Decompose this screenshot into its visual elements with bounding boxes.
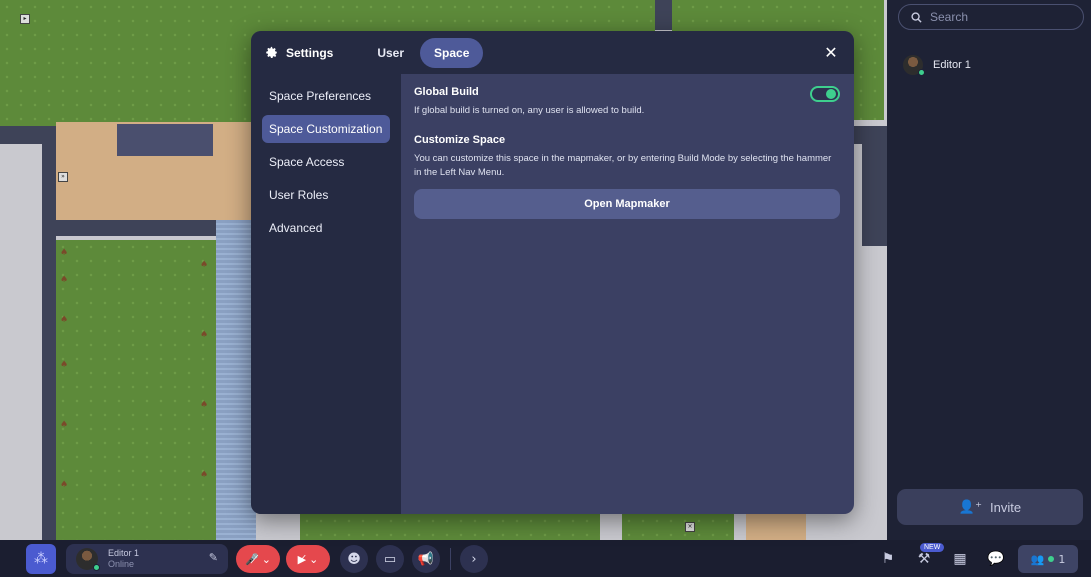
global-build-description: If global build is turned on, any user i… — [414, 105, 645, 116]
avatar — [903, 55, 925, 76]
camera-off-icon: ▶̸ — [297, 552, 307, 566]
signpost-button[interactable]: ⚑ — [876, 547, 900, 571]
nav-space-access[interactable]: Space Access — [262, 148, 390, 176]
invite-button[interactable]: 👤⁺ Invite — [897, 489, 1083, 525]
calendar-icon: ▦ — [953, 551, 967, 567]
screenshare-button[interactable]: ▭ — [376, 545, 404, 573]
smile-icon: ☻ — [347, 551, 361, 567]
tab-user[interactable]: User — [363, 38, 418, 68]
announce-button[interactable]: 📢 — [412, 545, 440, 573]
profile-status: Online — [108, 559, 135, 569]
map-wall — [42, 142, 56, 540]
nav-user-roles[interactable]: User Roles — [262, 181, 390, 209]
signpost-icon: ⚑ — [881, 551, 895, 567]
customize-space-title: Customize Space — [414, 134, 506, 146]
new-badge: NEW — [920, 543, 945, 552]
hammer-icon: ⚒ — [917, 551, 931, 567]
mic-off-icon: 🎤̸ — [245, 552, 259, 566]
plant-icon: ♠ — [60, 360, 69, 370]
settings-nav: Space Preferences Space Customization Sp… — [251, 74, 401, 514]
chat-button[interactable]: 💬 — [984, 547, 1008, 571]
avatar — [76, 548, 100, 571]
customize-space-section: Customize Space You can customize this s… — [414, 134, 840, 219]
settings-modal: Settings User Space ✕ Space Preferences … — [251, 31, 854, 514]
map-sign-icon: ▸ — [20, 14, 30, 24]
calendar-button[interactable]: ▦ — [948, 547, 972, 571]
map-path — [216, 220, 256, 540]
global-build-toggle[interactable] — [810, 86, 840, 102]
chat-icon: 💬 — [987, 551, 1005, 567]
participant-row[interactable]: Editor 1 — [903, 55, 971, 76]
search-box[interactable] — [898, 4, 1084, 30]
add-user-icon: 👤⁺ — [958, 499, 982, 514]
search-icon — [911, 11, 922, 23]
microphone-toggle[interactable]: 🎤̸ ⌄ — [236, 545, 280, 573]
online-status-dot — [918, 69, 925, 76]
plant-icon: ♠ — [60, 420, 69, 430]
online-count: 1 — [1058, 552, 1066, 566]
plant-icon: ♠ — [60, 480, 69, 490]
pencil-icon[interactable]: ✎ — [209, 551, 218, 564]
emote-button[interactable]: ☻ — [340, 545, 368, 573]
online-status-dot — [1048, 556, 1055, 562]
customize-space-description: You can customize this space in the mapm… — [414, 153, 832, 178]
plant-icon: ♠ — [200, 330, 209, 340]
nav-advanced[interactable]: Advanced — [262, 214, 390, 242]
participant-name: Editor 1 — [933, 59, 971, 71]
search-input[interactable] — [930, 10, 1080, 24]
chevron-down-icon: ⌄ — [309, 552, 319, 566]
megaphone-icon: 📢 — [417, 551, 435, 567]
plant-icon: ♠ — [200, 260, 209, 270]
profile-name: Editor 1 — [108, 548, 140, 558]
invite-label: Invite — [989, 499, 1022, 515]
settings-title-text: Settings — [286, 45, 334, 60]
camera-toggle[interactable]: ▶̸ ⌄ — [286, 545, 330, 573]
nodes-icon: ⁂ — [34, 551, 48, 567]
tab-space[interactable]: Space — [420, 37, 484, 68]
map-garden — [56, 240, 216, 540]
map-wall — [56, 220, 232, 236]
plant-icon: ♠ — [200, 400, 209, 410]
plant-icon: ♠ — [60, 315, 69, 325]
nav-space-customization[interactable]: Space Customization — [262, 115, 390, 143]
close-icon[interactable]: ✕ — [822, 43, 840, 62]
map-sign-icon: × — [685, 522, 695, 532]
settings-content: Global Build If global build is turned o… — [414, 86, 840, 219]
map-bench — [117, 124, 213, 156]
global-build-section: Global Build If global build is turned o… — [414, 86, 840, 118]
people-icon: 👥 — [1030, 552, 1045, 566]
nav-space-preferences[interactable]: Space Preferences — [262, 82, 390, 110]
monitor-icon: ▭ — [383, 551, 397, 567]
modal-header: Settings User Space ✕ — [251, 31, 854, 74]
right-sidebar: Editor 1 👤⁺ Invite — [887, 0, 1091, 540]
profile-pill[interactable]: Editor 1 Online ✎ — [66, 544, 228, 574]
chevron-down-icon: ⌄ — [261, 552, 271, 566]
map-wall — [655, 0, 672, 30]
toolbar-divider — [450, 548, 451, 570]
chevron-right-icon: › — [471, 551, 477, 567]
open-mapmaker-button[interactable]: Open Mapmaker — [414, 189, 840, 219]
settings-title: Settings — [265, 46, 333, 60]
plant-icon: ♠ — [200, 470, 209, 480]
plant-icon: ♠ — [60, 248, 69, 258]
global-build-title: Global Build — [414, 86, 479, 98]
map-sign-icon: » — [58, 172, 68, 182]
main-menu-button[interactable]: ⁂ — [26, 544, 56, 574]
toggle-knob — [826, 89, 836, 99]
plant-icon: ♠ — [60, 275, 69, 285]
map-wall — [862, 126, 887, 246]
gear-icon — [266, 46, 277, 59]
participants-button[interactable]: 👥 1 — [1018, 545, 1078, 573]
online-status-dot — [93, 564, 100, 571]
expand-button[interactable]: › — [460, 545, 488, 573]
